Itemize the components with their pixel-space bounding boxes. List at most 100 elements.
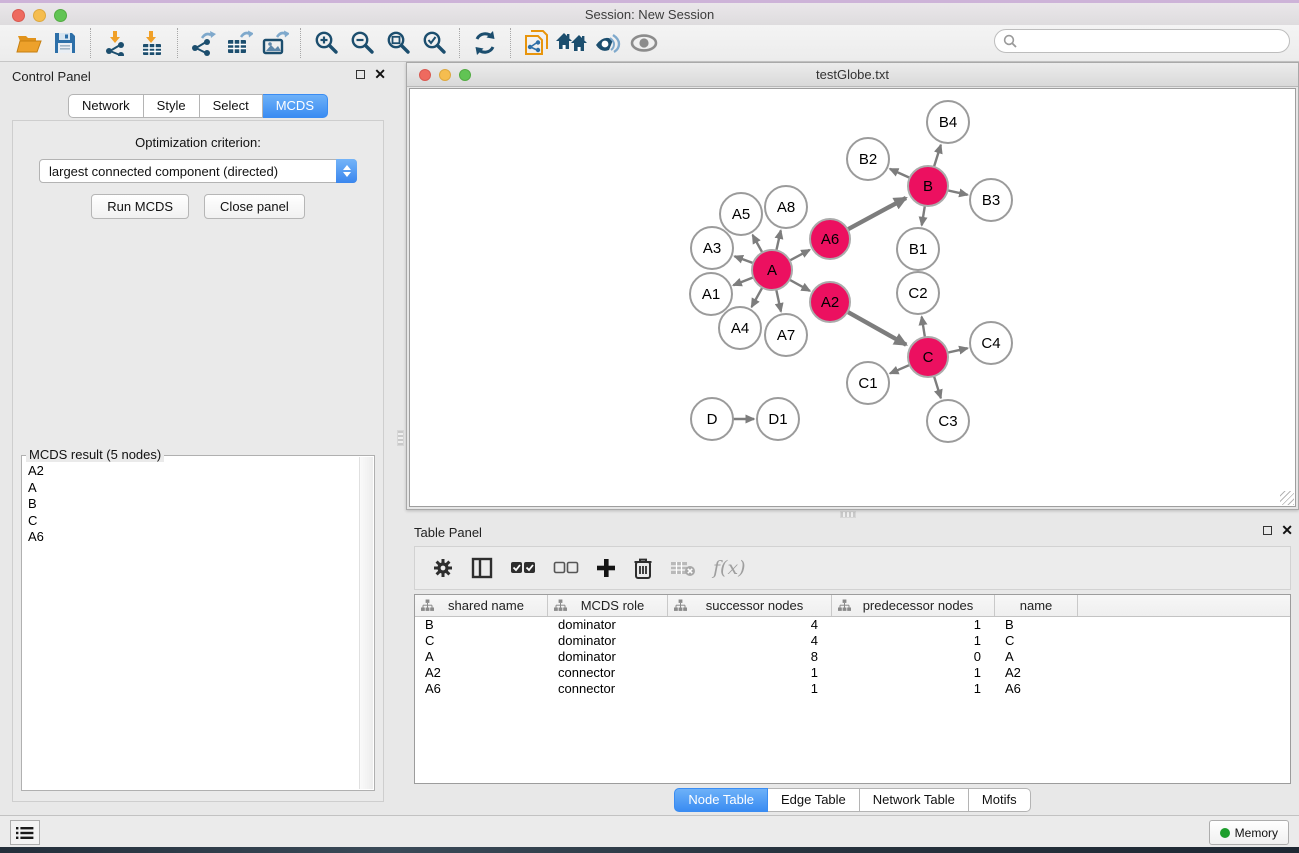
home-icon[interactable]	[554, 27, 590, 59]
close-panel-button[interactable]: Close panel	[204, 194, 305, 219]
table-row[interactable]: Bdominator41B	[415, 617, 1290, 633]
panel-layout-icon[interactable]	[471, 557, 493, 579]
table-cell[interactable]: connector	[548, 681, 668, 697]
export-network-icon[interactable]	[185, 27, 221, 59]
run-mcds-button[interactable]: Run MCDS	[91, 194, 189, 219]
export-table-icon[interactable]	[221, 27, 257, 59]
tab-select[interactable]: Select	[200, 94, 263, 118]
tab-node-table[interactable]: Node Table	[674, 788, 768, 812]
graph-node-D[interactable]: D	[691, 398, 733, 440]
float-panel-icon[interactable]	[356, 70, 365, 79]
node-table[interactable]: shared nameMCDS rolesuccessor nodesprede…	[414, 594, 1291, 784]
table-cell[interactable]: A6	[995, 681, 1078, 697]
graph-node-A5[interactable]: A5	[720, 193, 762, 235]
close-panel-icon[interactable]: ✕	[374, 69, 386, 79]
table-cell[interactable]: dominator	[548, 649, 668, 665]
tab-network[interactable]: Network	[68, 94, 144, 118]
table-row[interactable]: Cdominator41C	[415, 633, 1290, 649]
table-cell[interactable]: 1	[832, 681, 995, 697]
graph-node-C4[interactable]: C4	[970, 322, 1012, 364]
tab-style[interactable]: Style	[144, 94, 200, 118]
graph-node-D1[interactable]: D1	[757, 398, 799, 440]
table-cell[interactable]: connector	[548, 665, 668, 681]
graph-node-A6[interactable]: A6	[810, 219, 850, 259]
table-cell[interactable]: 4	[668, 617, 832, 633]
hide-details-icon[interactable]	[590, 27, 626, 59]
select-all-icon[interactable]	[510, 560, 536, 576]
table-cell[interactable]: dominator	[548, 617, 668, 633]
graph-node-B2[interactable]: B2	[847, 138, 889, 180]
column-header-shared-name[interactable]: shared name	[415, 595, 548, 616]
table-cell[interactable]: B	[415, 617, 548, 633]
table-row[interactable]: Adominator80A	[415, 649, 1290, 665]
float-table-panel-icon[interactable]	[1263, 526, 1272, 535]
graph-node-A8[interactable]: A8	[765, 186, 807, 228]
search-field[interactable]	[994, 29, 1290, 53]
network-graph[interactable]: B4B2BB3A8A5A6A3B1AA1C2A2A4A7C4CC1C3DD1	[410, 89, 1297, 508]
delete-column-icon[interactable]	[633, 557, 653, 579]
task-history-button[interactable]	[10, 820, 40, 845]
gear-icon[interactable]	[432, 557, 454, 579]
table-cell[interactable]: dominator	[548, 633, 668, 649]
table-cell[interactable]: 1	[668, 665, 832, 681]
mcds-result-item[interactable]: A2	[28, 463, 354, 480]
save-session-icon[interactable]	[47, 27, 83, 59]
table-cell[interactable]: 0	[832, 649, 995, 665]
mcds-result-item[interactable]: A	[28, 480, 354, 497]
graph-node-B4[interactable]: B4	[927, 101, 969, 143]
graph-node-A[interactable]: A	[752, 250, 792, 290]
graph-node-C[interactable]: C	[908, 337, 948, 377]
graph-node-C2[interactable]: C2	[897, 272, 939, 314]
mcds-result-item[interactable]: B	[28, 496, 354, 513]
column-header-MCDS-role[interactable]: MCDS role	[548, 595, 668, 616]
table-cell[interactable]: 1	[832, 633, 995, 649]
network-canvas[interactable]: B4B2BB3A8A5A6A3B1AA1C2A2A4A7C4CC1C3DD1	[409, 88, 1296, 507]
table-cell[interactable]: C	[415, 633, 548, 649]
clone-network-icon[interactable]	[518, 27, 554, 59]
zoom-in-icon[interactable]	[308, 27, 344, 59]
tab-network-table[interactable]: Network Table	[860, 788, 969, 812]
table-cell[interactable]: 4	[668, 633, 832, 649]
graph-node-A1[interactable]: A1	[690, 273, 732, 315]
tab-motifs[interactable]: Motifs	[969, 788, 1031, 812]
import-table-icon[interactable]	[134, 27, 170, 59]
graph-node-A2[interactable]: A2	[810, 282, 850, 322]
unselect-all-icon[interactable]	[553, 560, 579, 576]
graph-node-A7[interactable]: A7	[765, 314, 807, 356]
result-scrollbar[interactable]	[359, 457, 373, 789]
apply-layout-icon[interactable]	[467, 27, 503, 59]
memory-button[interactable]: Memory	[1209, 820, 1289, 845]
table-cell[interactable]: 1	[832, 617, 995, 633]
tab-mcds[interactable]: MCDS	[263, 94, 328, 118]
horizontal-split-grip[interactable]	[840, 511, 856, 518]
graph-node-B3[interactable]: B3	[970, 179, 1012, 221]
zoom-out-icon[interactable]	[344, 27, 380, 59]
table-cell[interactable]: A	[415, 649, 548, 665]
mcds-result-item[interactable]: C	[28, 513, 354, 530]
graph-node-A3[interactable]: A3	[691, 227, 733, 269]
mcds-result-item[interactable]: A6	[28, 529, 354, 546]
export-image-icon[interactable]	[257, 27, 293, 59]
table-cell[interactable]: A2	[415, 665, 548, 681]
column-header-predecessor-nodes[interactable]: predecessor nodes	[832, 595, 995, 616]
search-input[interactable]	[1022, 34, 1281, 49]
mcds-result-list[interactable]: A2ABCA6	[24, 458, 358, 788]
vertical-split-grip[interactable]	[397, 430, 404, 446]
table-cell[interactable]: C	[995, 633, 1078, 649]
open-session-icon[interactable]	[11, 27, 47, 59]
table-cell[interactable]: 8	[668, 649, 832, 665]
tab-edge-table[interactable]: Edge Table	[768, 788, 860, 812]
graph-node-B[interactable]: B	[908, 166, 948, 206]
close-table-panel-icon[interactable]: ✕	[1281, 525, 1293, 535]
import-network-icon[interactable]	[98, 27, 134, 59]
table-cell[interactable]: A	[995, 649, 1078, 665]
show-details-icon[interactable]	[626, 27, 662, 59]
table-cell[interactable]: A6	[415, 681, 548, 697]
graph-node-A4[interactable]: A4	[719, 307, 761, 349]
zoom-fit-icon[interactable]	[380, 27, 416, 59]
table-cell[interactable]: 1	[832, 665, 995, 681]
graph-node-B1[interactable]: B1	[897, 228, 939, 270]
column-header-name[interactable]: name	[995, 595, 1078, 616]
column-header-successor-nodes[interactable]: successor nodes	[668, 595, 832, 616]
graph-node-C3[interactable]: C3	[927, 400, 969, 442]
